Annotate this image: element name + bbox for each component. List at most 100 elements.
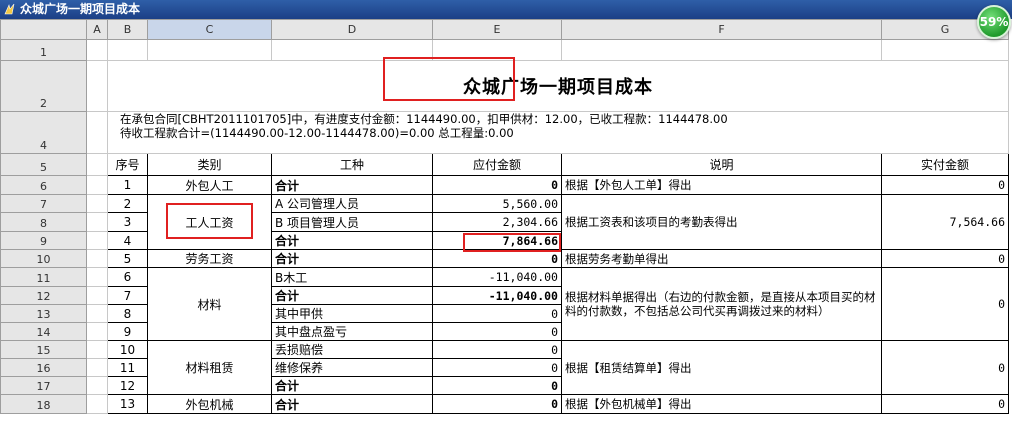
seq-cell[interactable]: 6 xyxy=(107,267,148,287)
cell[interactable] xyxy=(86,212,108,232)
cell[interactable] xyxy=(86,249,108,268)
cell[interactable] xyxy=(881,39,1009,61)
cell[interactable] xyxy=(86,60,108,112)
column-header-b[interactable]: B xyxy=(107,19,148,40)
seq-cell[interactable]: 1 xyxy=(107,175,148,195)
work-type-cell[interactable]: B 项目管理人员 xyxy=(271,212,433,232)
cell[interactable] xyxy=(147,39,272,61)
row-header-18[interactable]: 18 xyxy=(0,394,87,414)
payable-amount-cell[interactable]: 2,304.66 xyxy=(432,212,562,232)
cell[interactable] xyxy=(86,175,108,195)
row-header-1[interactable]: 1 xyxy=(0,39,87,61)
cell[interactable] xyxy=(86,194,108,213)
work-type-cell[interactable]: 丢损赔偿 xyxy=(271,340,433,359)
column-header-f[interactable]: F xyxy=(561,19,882,40)
category-cell[interactable]: 劳务工资 xyxy=(147,249,272,268)
category-cell[interactable]: 工人工资 xyxy=(147,194,272,250)
cell[interactable] xyxy=(86,358,108,377)
seq-cell[interactable]: 8 xyxy=(107,304,148,323)
payable-amount-cell[interactable]: 0 xyxy=(432,358,562,377)
column-header-e[interactable]: E xyxy=(432,19,562,40)
column-header-c[interactable]: C xyxy=(147,19,272,40)
row-header-11[interactable]: 11 xyxy=(0,267,87,287)
paid-amount-cell[interactable]: 0 xyxy=(881,394,1009,414)
cell[interactable] xyxy=(86,267,108,287)
paid-amount-cell[interactable]: 0 xyxy=(881,175,1009,195)
work-type-cell[interactable]: 合计 xyxy=(271,249,433,268)
work-type-cell[interactable]: A 公司管理人员 xyxy=(271,194,433,213)
seq-cell[interactable]: 3 xyxy=(107,212,148,232)
work-type-cell[interactable]: 合计 xyxy=(271,175,433,195)
row-header-5[interactable]: 5 xyxy=(0,153,87,176)
select-all-corner[interactable] xyxy=(0,19,87,40)
category-cell[interactable]: 外包机械 xyxy=(147,394,272,414)
cell[interactable] xyxy=(86,376,108,395)
row-header-16[interactable]: 16 xyxy=(0,358,87,377)
description-cell[interactable]: 根据工资表和该项目的考勤表得出 xyxy=(561,194,882,250)
cell[interactable] xyxy=(86,231,108,250)
row-header-15[interactable]: 15 xyxy=(0,340,87,359)
cell[interactable] xyxy=(432,39,562,61)
category-cell[interactable]: 材料 xyxy=(147,267,272,341)
work-type-cell[interactable]: 合计 xyxy=(271,376,433,395)
header-description[interactable]: 说明 xyxy=(561,153,882,176)
seq-cell[interactable]: 10 xyxy=(107,340,148,359)
category-cell[interactable]: 材料租赁 xyxy=(147,340,272,395)
work-type-cell[interactable]: 其中盘点盈亏 xyxy=(271,322,433,341)
cell[interactable] xyxy=(86,111,108,154)
seq-cell[interactable]: 5 xyxy=(107,249,148,268)
row-header-13[interactable]: 13 xyxy=(0,304,87,323)
cell[interactable] xyxy=(86,39,108,61)
row-header-14[interactable]: 14 xyxy=(0,322,87,341)
paid-amount-cell[interactable]: 7,564.66 xyxy=(881,194,1009,250)
payable-amount-cell[interactable]: 0 xyxy=(432,394,562,414)
row-header-2[interactable]: 2 xyxy=(0,60,87,112)
cell[interactable] xyxy=(86,153,108,176)
payable-amount-cell[interactable]: 5,560.00 xyxy=(432,194,562,213)
cell[interactable] xyxy=(86,304,108,323)
payable-amount-cell[interactable]: 0 xyxy=(432,376,562,395)
cell[interactable] xyxy=(86,322,108,341)
contract-info[interactable]: 在承包合同[CBHT2011101705]中，有进度支付金额：1144490.0… xyxy=(107,111,1009,154)
payable-amount-cell[interactable]: 0 xyxy=(432,175,562,195)
row-header-4[interactable]: 4 xyxy=(0,111,87,154)
header-work-type[interactable]: 工种 xyxy=(271,153,433,176)
payable-amount-cell[interactable]: 0 xyxy=(432,322,562,341)
header-seq[interactable]: 序号 xyxy=(107,153,148,176)
work-type-cell[interactable]: 合计 xyxy=(271,394,433,414)
progress-badge[interactable]: 59% xyxy=(977,5,1011,39)
header-payable-amount[interactable]: 应付金额 xyxy=(432,153,562,176)
column-header-a[interactable]: A xyxy=(86,19,108,40)
header-paid-amount[interactable]: 实付金额 xyxy=(881,153,1009,176)
cell[interactable] xyxy=(86,340,108,359)
work-type-cell[interactable]: 合计 xyxy=(271,231,433,250)
description-cell[interactable]: 根据【外包机械单】得出 xyxy=(561,394,882,414)
column-header-d[interactable]: D xyxy=(271,19,433,40)
cell[interactable] xyxy=(86,394,108,414)
row-header-9[interactable]: 9 xyxy=(0,231,87,250)
description-cell[interactable]: 根据【外包人工单】得出 xyxy=(561,175,882,195)
payable-amount-cell[interactable]: 7,864.66 xyxy=(432,231,562,250)
description-cell[interactable]: 根据【租赁结算单】得出 xyxy=(561,340,882,395)
payable-amount-cell[interactable]: 0 xyxy=(432,340,562,359)
row-header-12[interactable]: 12 xyxy=(0,286,87,305)
work-type-cell[interactable]: 维修保养 xyxy=(271,358,433,377)
work-type-cell[interactable]: 合计 xyxy=(271,286,433,305)
paid-amount-cell[interactable]: 0 xyxy=(881,249,1009,268)
cell[interactable] xyxy=(86,286,108,305)
row-header-8[interactable]: 8 xyxy=(0,212,87,232)
row-header-6[interactable]: 6 xyxy=(0,175,87,195)
payable-amount-cell[interactable]: -11,040.00 xyxy=(432,286,562,305)
header-category[interactable]: 类别 xyxy=(147,153,272,176)
paid-amount-cell[interactable]: 0 xyxy=(881,340,1009,395)
seq-cell[interactable]: 7 xyxy=(107,286,148,305)
seq-cell[interactable]: 4 xyxy=(107,231,148,250)
description-cell[interactable]: 根据劳务考勤单得出 xyxy=(561,249,882,268)
category-cell[interactable]: 外包人工 xyxy=(147,175,272,195)
seq-cell[interactable]: 9 xyxy=(107,322,148,341)
cell[interactable] xyxy=(107,39,148,61)
cell[interactable] xyxy=(561,39,882,61)
row-header-17[interactable]: 17 xyxy=(0,376,87,395)
row-header-10[interactable]: 10 xyxy=(0,249,87,268)
seq-cell[interactable]: 11 xyxy=(107,358,148,377)
